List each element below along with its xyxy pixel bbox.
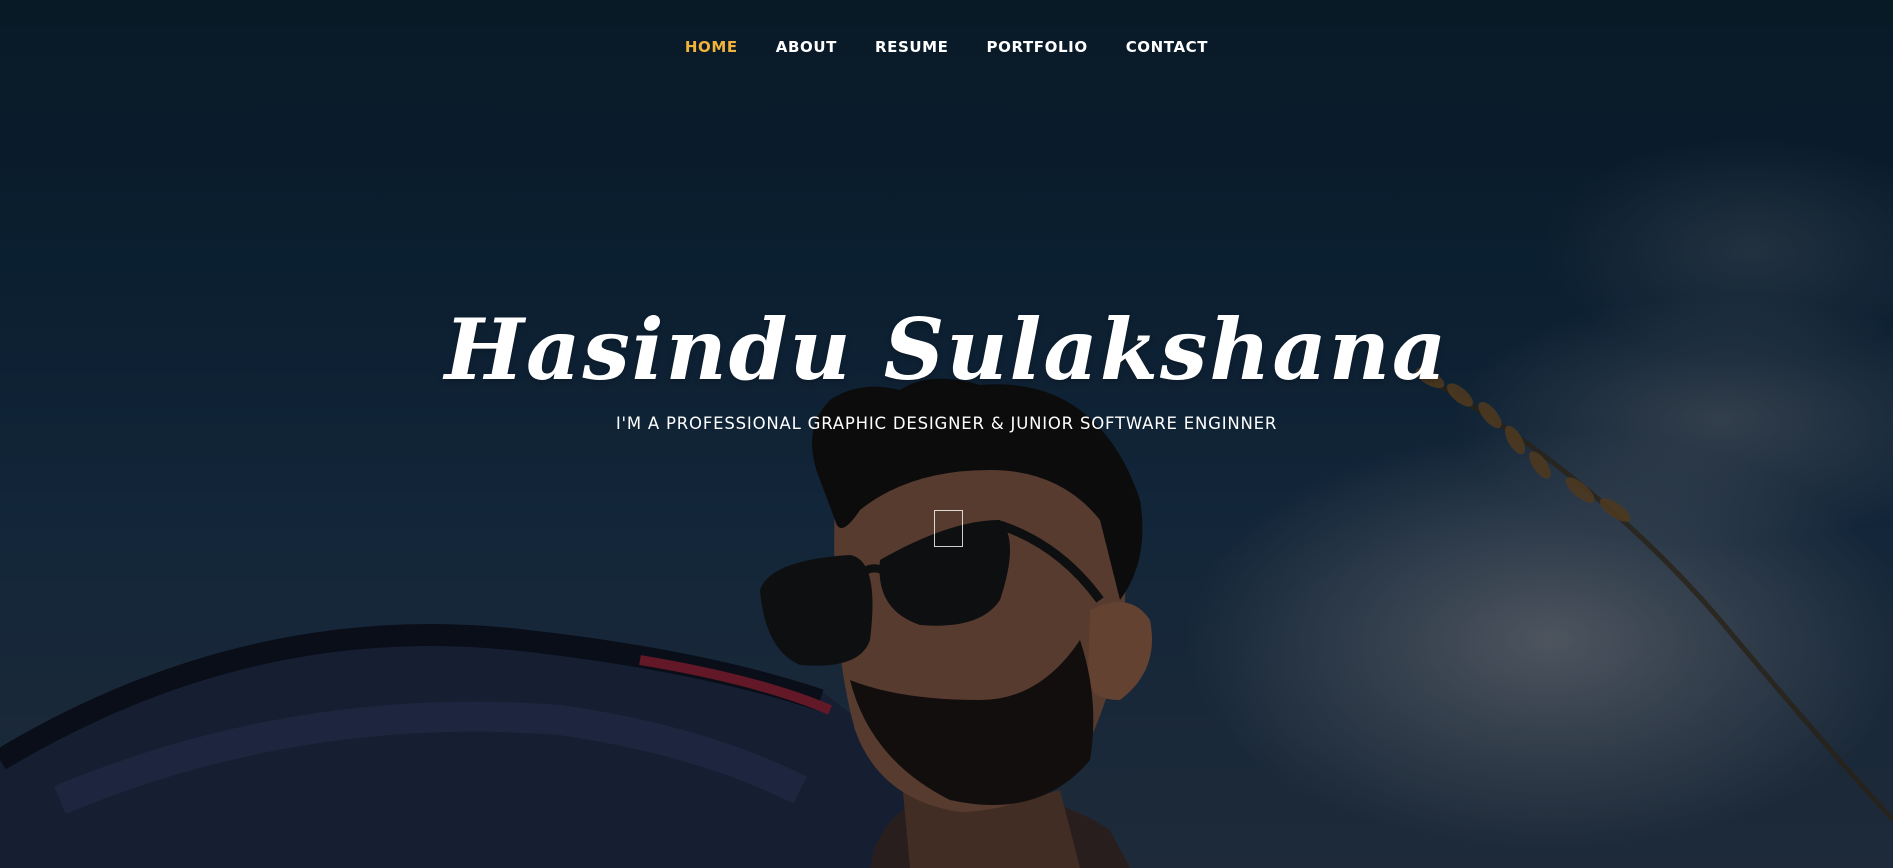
nav-item-resume[interactable]: RESUME [856,36,968,58]
hero-section: HOME ABOUT RESUME PORTFOLIO CONTACT Hasi… [0,0,1893,868]
hero-banner: Hasindu Sulakshana I'M A PROFESSIONAL GR… [0,300,1893,433]
nav-item-contact[interactable]: CONTACT [1107,36,1227,58]
nav-item-home[interactable]: HOME [666,36,757,58]
nav-item-portfolio[interactable]: PORTFOLIO [968,36,1107,58]
hero-subtitle: I'M A PROFESSIONAL GRAPHIC DESIGNER & JU… [615,414,1278,433]
scroll-down-icon[interactable] [934,510,963,547]
dark-overlay [0,0,1893,868]
main-navigation: HOME ABOUT RESUME PORTFOLIO CONTACT [0,36,1893,58]
nav-item-about[interactable]: ABOUT [757,36,856,58]
hero-name: Hasindu Sulakshana [444,300,1449,399]
